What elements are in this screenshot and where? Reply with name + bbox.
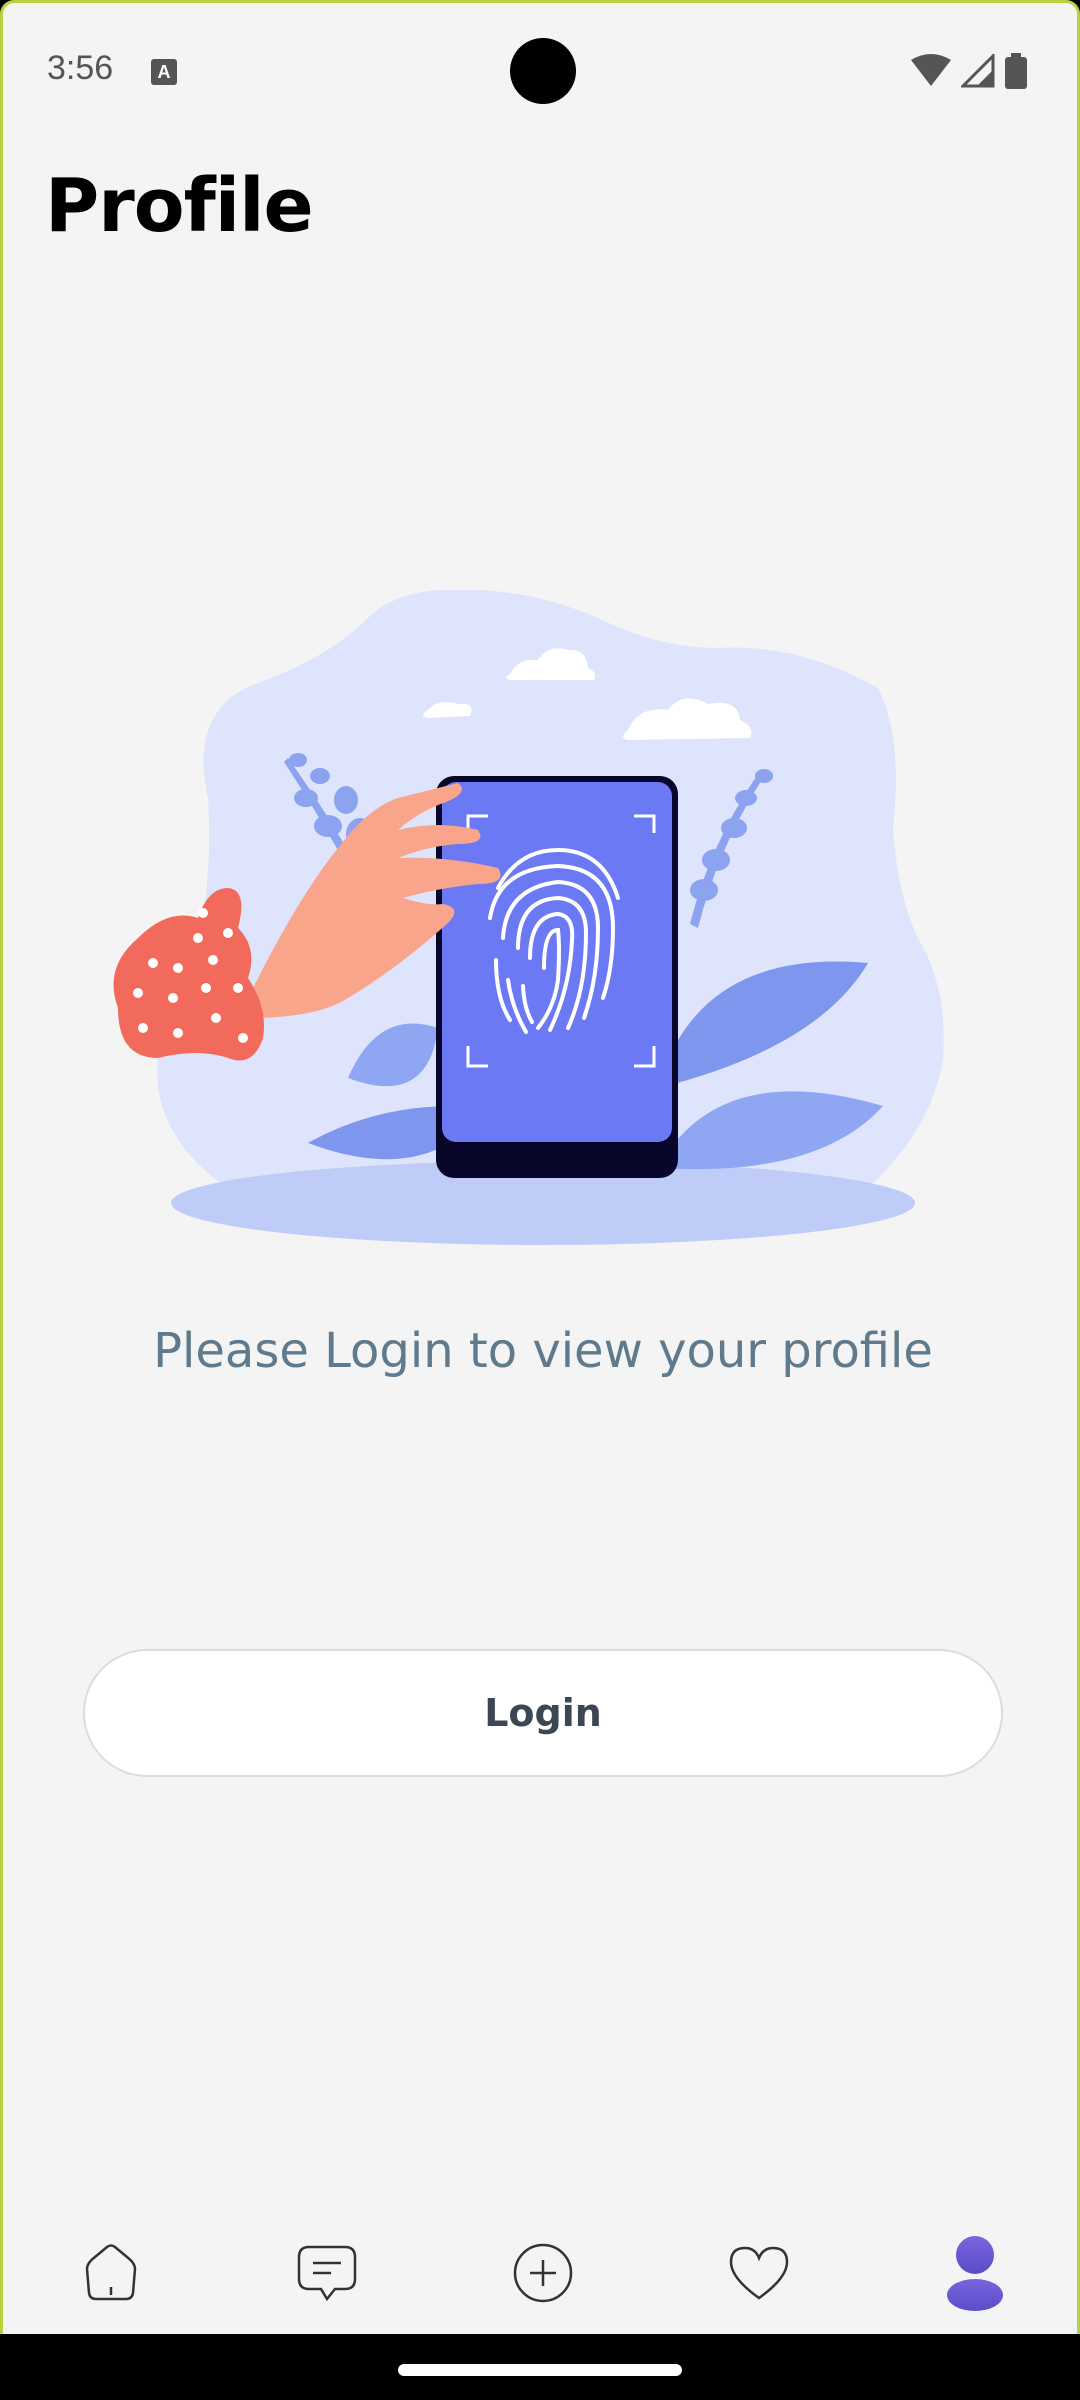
notification-app-icon: A	[151, 59, 177, 85]
home-icon	[85, 2244, 137, 2301]
bottom-navigation	[3, 2223, 1077, 2323]
status-icons	[911, 53, 1027, 89]
profile-icon	[947, 2236, 1003, 2311]
battery-icon	[1005, 53, 1027, 89]
fingerprint-login-illustration	[113, 589, 944, 1245]
login-prompt-text: Please Login to view your profile	[153, 1323, 933, 1379]
nav-favorites[interactable]	[719, 2223, 799, 2323]
app-screen: 3:56 A Profile Please Login to view your…	[0, 0, 1080, 2334]
page-title: Profile	[45, 163, 314, 249]
chat-icon	[297, 2245, 357, 2302]
nav-add[interactable]	[503, 2223, 583, 2323]
nav-home[interactable]	[71, 2223, 151, 2323]
nav-messages[interactable]	[287, 2223, 367, 2323]
status-time: 3:56	[47, 49, 114, 87]
signal-icon	[961, 54, 995, 88]
wifi-icon	[911, 54, 951, 86]
login-button[interactable]: Login	[83, 1649, 1003, 1777]
heart-icon	[729, 2246, 789, 2300]
camera-cutout	[510, 38, 576, 104]
add-icon	[513, 2243, 573, 2303]
nav-profile[interactable]	[935, 2223, 1015, 2323]
gesture-navigation-bar[interactable]	[398, 2364, 682, 2376]
